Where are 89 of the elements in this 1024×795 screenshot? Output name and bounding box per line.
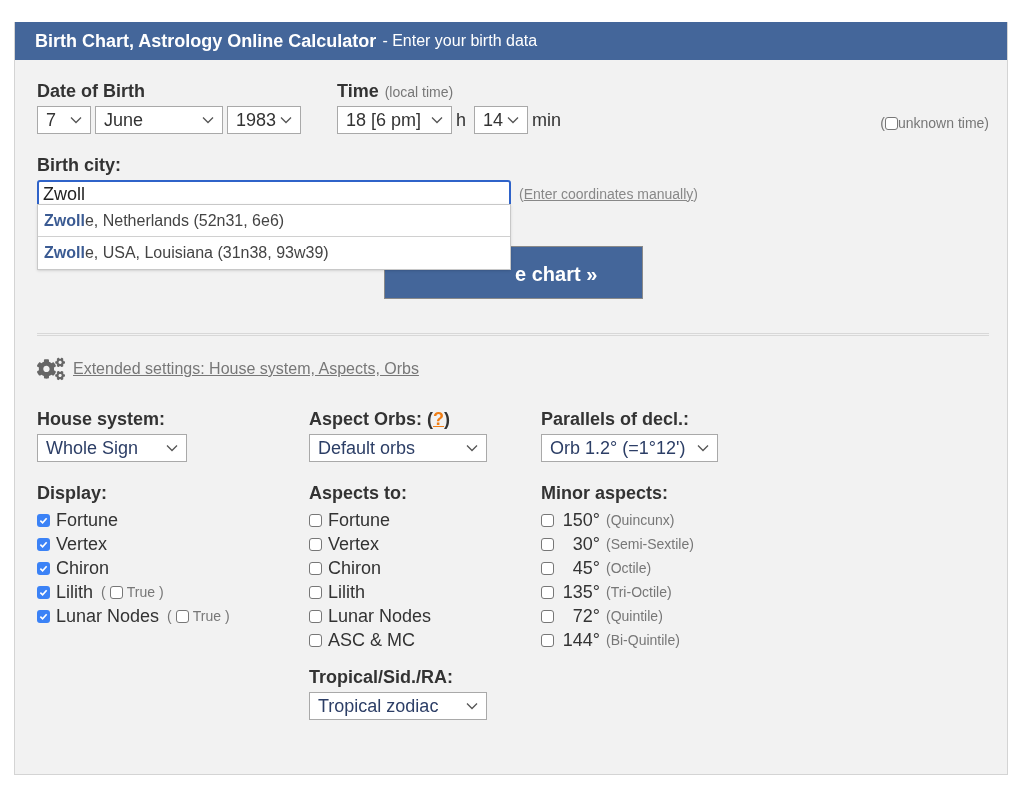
paren-text: ( <box>167 606 172 626</box>
degree-label: 45° <box>571 556 600 580</box>
checkbox[interactable] <box>541 561 554 575</box>
hint-text: (local time) <box>384 85 454 99</box>
page-subtitle: - Enter your birth data <box>382 31 538 51</box>
select-field[interactable]: Orb 1.2° (=1°12') <box>541 434 718 462</box>
checkbox[interactable] <box>37 585 50 599</box>
checkbox[interactable] <box>541 633 554 647</box>
chevron-icon <box>280 116 292 124</box>
paren-text: ) <box>693 184 698 204</box>
select-field[interactable]: Whole Sign <box>37 434 187 462</box>
option-label: Fortune <box>328 508 391 532</box>
checkbox[interactable] <box>309 561 322 575</box>
chevron-icon <box>70 116 82 124</box>
select-field[interactable]: Default orbs <box>309 434 487 462</box>
checkbox[interactable] <box>884 117 898 130</box>
checkbox[interactable] <box>541 609 554 623</box>
extended-settings-link[interactable]: Extended settings: House system, Aspects, Orbs <box>73 357 419 381</box>
select-field[interactable]: 1983 <box>227 106 301 134</box>
field-label: Birth city: <box>37 156 122 174</box>
gears-icon <box>37 356 65 382</box>
unknown-time-label: unknown time) <box>897 114 989 133</box>
option-label: Lilith <box>56 580 94 604</box>
chevron-icon <box>466 444 478 452</box>
checkbox[interactable] <box>309 537 322 551</box>
aspect-name: (Quincunx) <box>606 510 675 530</box>
option-label: Fortune <box>56 508 119 532</box>
chevron-icon <box>466 702 478 710</box>
chevron-icon <box>202 116 214 124</box>
checkbox[interactable] <box>37 609 50 623</box>
checkbox[interactable] <box>37 513 50 527</box>
unit-text: min <box>532 108 561 132</box>
checkbox[interactable] <box>309 513 322 527</box>
option-label: Vertex <box>328 532 380 556</box>
paren-text: ) <box>159 582 164 602</box>
aspect-name: (Semi-Sextile) <box>606 534 694 554</box>
paren-text: ) <box>225 606 230 626</box>
degree-label: 135° <box>561 580 600 604</box>
paren-text: ( <box>101 582 106 602</box>
option-label: Lilith <box>328 580 366 604</box>
checkbox[interactable] <box>109 585 123 599</box>
field-label: Tropical/Sid./RA: <box>309 668 455 686</box>
option-label: Chiron <box>328 556 382 580</box>
chevron-icon <box>431 116 443 124</box>
chevron-icon <box>697 444 709 452</box>
option-label: ASC & MC <box>328 628 415 652</box>
checkbox[interactable] <box>309 633 322 647</box>
degree-label: 72° <box>571 604 600 628</box>
aspect-name: (Tri-Octile) <box>606 582 672 602</box>
suggestion-item[interactable]: Zwolle, Netherlands (52n31, 6e6) <box>38 205 510 237</box>
option-label: Lunar Nodes <box>56 604 160 628</box>
select-field[interactable]: 18 [6 pm] <box>337 106 452 134</box>
field-label: Time <box>337 82 379 100</box>
field-label: Aspects to: <box>309 484 408 502</box>
aspect-name: (Bi-Quintile) <box>606 630 680 650</box>
select-field[interactable]: 14 <box>474 106 528 134</box>
degree-label: 30° <box>571 532 600 556</box>
checkbox[interactable] <box>175 609 189 623</box>
option-label: True <box>192 606 222 626</box>
checkbox[interactable] <box>541 513 554 527</box>
field-label: Date of Birth <box>37 82 146 100</box>
checkbox[interactable] <box>541 537 554 551</box>
chevron-icon <box>507 116 519 124</box>
field-label: Parallels of decl.: <box>541 410 691 428</box>
option-label: True <box>126 582 155 602</box>
checkbox[interactable] <box>309 609 322 623</box>
unit-text: h <box>456 108 467 132</box>
paren-text: ( <box>519 184 524 204</box>
option-label: Lunar Nodes <box>328 604 432 628</box>
degree-label: 144° <box>561 628 600 652</box>
checkbox[interactable] <box>541 585 554 599</box>
checkbox[interactable] <box>309 585 322 599</box>
option-label: Chiron <box>56 556 110 580</box>
select-field[interactable]: Tropical zodiac <box>309 692 487 720</box>
select-field[interactable]: June <box>95 106 223 134</box>
option-label: Vertex <box>56 532 108 556</box>
page-title: Birth Chart, Astrology Online Calculator <box>35 29 377 53</box>
degree-label: 150° <box>561 508 600 532</box>
field-label: House system: <box>37 410 167 428</box>
paren-text: ( <box>880 114 885 133</box>
field-label: Aspect Orbs: (?) <box>309 410 452 428</box>
checkbox[interactable] <box>37 537 50 551</box>
checkbox[interactable] <box>37 561 50 575</box>
chevron-icon <box>166 444 178 452</box>
select-field[interactable]: 7 <box>37 106 91 134</box>
aspect-name: (Octile) <box>606 558 652 578</box>
field-label: Display: <box>37 484 109 502</box>
aspect-name: (Quintile) <box>606 606 663 626</box>
field-label: Minor aspects: <box>541 484 670 502</box>
